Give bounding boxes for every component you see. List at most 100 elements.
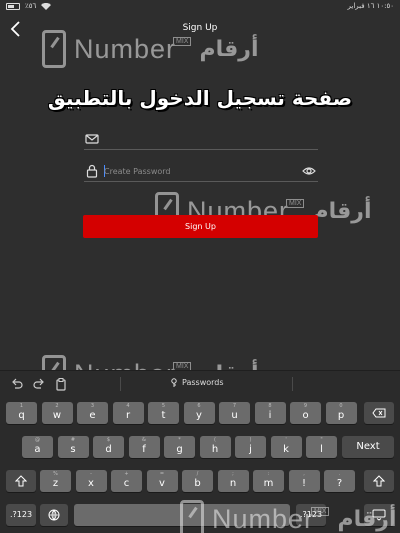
key-secondary-label: = [159,471,165,477]
backspace-icon [372,408,386,418]
key-primary-label: u [231,410,238,421]
key-secondary-label: 5 [161,403,166,409]
key-primary-label: k [283,444,289,455]
key-primary-label: c [123,478,130,489]
key-secondary-label: 8 [268,403,272,409]
undo-icon[interactable] [10,377,24,391]
key-secondary-label: 4 [126,403,130,409]
key-secondary-label: 7 [232,403,237,409]
key-row1-2[interactable]: 3e [77,402,108,424]
shift-key[interactable] [6,470,36,492]
keyboard-toolbar: Passwords [0,370,400,398]
key-row3-1[interactable]: -x [75,470,107,492]
key-row1-5[interactable]: 6y [183,402,215,424]
watermark-arabic-2: أرقام [312,198,372,224]
key-secondary-label: . [338,471,341,477]
key-row1-1[interactable]: 2w [41,402,73,424]
shift-icon-right [372,475,386,487]
key-secondary-label: 6 [197,403,201,409]
key-secondary-label: % [53,471,58,477]
paste-icon[interactable] [54,377,68,391]
key-row3-8[interactable]: .? [324,470,355,492]
key-row2-0[interactable]: @ a [22,436,53,458]
key-secondary-label: , [303,471,305,477]
key-primary-label: m [263,478,274,489]
key-primary-label: o [302,410,309,421]
eye-icon[interactable] [302,164,316,178]
watermark-arabic: أرقام [199,36,259,62]
key-row1-3[interactable]: 4r [112,402,144,424]
wifi-icon [41,2,52,10]
key-row1-7[interactable]: 8i [254,402,286,424]
key-primary-label: i [268,410,272,421]
password-field[interactable] [84,160,318,182]
key-row2-2[interactable]: $ d [93,436,124,458]
watermark-mix-4: MIX [311,506,330,516]
watermark-word: Number [74,33,177,64]
watermark-logo-4: Number MIX أرقام [180,500,396,533]
key-row1-4[interactable]: 5t [148,402,179,424]
key-primary-label: t [161,410,166,421]
key-row3-4[interactable]: / b [182,470,213,492]
status-right: ١٠:٥٠ ١٦ فبراير [348,2,394,10]
status-left: ٪٥٦ [6,2,52,10]
redo-icon[interactable] [32,377,46,391]
key-row3-2[interactable]: + c [111,470,142,492]
next-key[interactable]: Next [342,436,394,458]
key-secondary-label: / [196,471,199,477]
key-secondary-label: 1 [19,403,24,409]
globe-key[interactable] [40,504,68,526]
email-input[interactable] [104,130,294,148]
toolbar-separator [120,377,121,391]
watermark-phone-icon [42,30,66,68]
key-secondary-label: $ [106,437,111,443]
email-field[interactable] [84,128,318,150]
key-primary-label: f [142,444,146,455]
key-secondary-label: + [124,471,129,477]
key-primary-label: y [196,410,202,421]
key-icon [171,378,177,387]
key-primary-label: a [34,444,41,455]
key-row3-0[interactable]: % z [40,470,71,492]
key-primary-label: n [229,478,237,489]
battery-icon [6,2,20,10]
key-secondary-label: * [178,437,181,443]
mail-icon [85,134,99,144]
key-secondary-label: - [90,471,92,477]
key-row2-8[interactable]: " l [306,436,337,458]
key-primary-label: r [125,410,131,421]
key-primary-label: q [18,410,25,421]
signup-button[interactable]: Sign Up [83,215,318,238]
key-row2-6[interactable]: ) j [235,436,266,458]
key-secondary-label: 9 [303,403,308,409]
key-row3-6[interactable]: :m [253,470,284,492]
key-row1-8[interactable]: 9o [290,402,321,424]
password-input[interactable] [104,162,294,180]
key-primary-label: j [249,444,252,455]
key-row3-7[interactable]: ,! [288,470,320,492]
key-primary-label: x [88,478,94,489]
key-row3-5[interactable]: ; n [217,470,249,492]
key-row3-3[interactable]: = v [146,470,178,492]
key-row1-9[interactable]: 0p [325,402,357,424]
key-primary-label: v [159,478,165,489]
passwords-suggestion[interactable]: Passwords [170,378,224,387]
key-row2-3[interactable]: & f [128,436,160,458]
page-headline: صفحة تسجيل الدخول بالتطبيق [47,86,353,110]
key-row1-6[interactable]: 7u [219,402,250,424]
numbers-key[interactable]: .?123 [6,504,36,526]
shift-key-right[interactable] [364,470,394,492]
key-row2-5[interactable]: (h [199,436,231,458]
key-primary-label: g [176,444,183,455]
key-primary-label: w [52,410,62,421]
key-row2-1[interactable]: # s [57,436,89,458]
backspace-key[interactable] [364,402,394,424]
key-secondary-label: @ [35,437,40,443]
key-primary-label: b [194,478,201,489]
key-primary-label: d [105,444,112,455]
key-secondary-label: ) [249,437,252,443]
key-row2-4[interactable]: * g [164,436,195,458]
status-bar: ٪٥٦ ١٠:٥٠ ١٦ فبراير [0,0,400,12]
key-row1-0[interactable]: 1q [6,402,37,424]
key-row2-7[interactable]: ' k [270,436,302,458]
